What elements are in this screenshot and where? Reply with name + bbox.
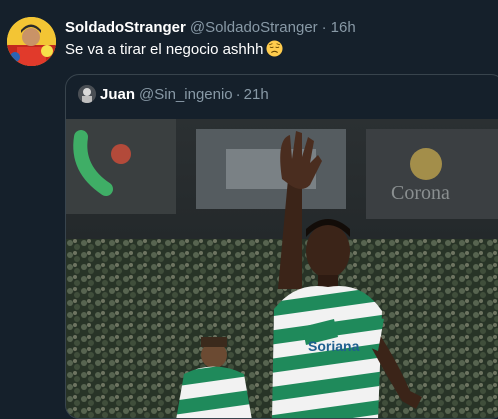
- separator-dot: ·: [321, 19, 327, 36]
- soccer-player-photo-icon: Corona Soriana: [66, 119, 498, 418]
- quoted-author-avatar[interactable]: [78, 85, 96, 103]
- svg-text:Soriana: Soriana: [308, 338, 360, 354]
- author-display-name[interactable]: SoldadoStranger: [65, 19, 186, 36]
- tweet-text: Se va a tirar el negocio ashhh: [65, 40, 283, 59]
- quoted-tweet-media[interactable]: Corona Soriana: [66, 119, 498, 418]
- quoted-tweet-timestamp[interactable]: 21h: [244, 86, 269, 103]
- author-handle[interactable]: @SoldadoStranger: [190, 19, 318, 36]
- separator-dot: ·: [235, 86, 241, 103]
- svg-text:Corona: Corona: [391, 182, 450, 204]
- tweet-header: SoldadoStranger @SoldadoStranger · 16h: [65, 19, 356, 37]
- tweet-text-content: Se va a tirar el negocio ashhh: [65, 41, 264, 58]
- quoted-tweet-header: Juan @Sin_ingenio · 21h: [78, 85, 269, 104]
- tweet[interactable]: SoldadoStranger @SoldadoStranger · 16h Se v…: [0, 0, 498, 419]
- tweet-timestamp[interactable]: 16h: [331, 19, 356, 36]
- disappointed-face-icon: [266, 40, 283, 57]
- author-avatar[interactable]: [7, 17, 56, 66]
- quoted-author-handle[interactable]: @Sin_ingenio: [139, 86, 233, 103]
- quoted-tweet-card[interactable]: Juan @Sin_ingenio · 21h Corona Soriana: [65, 74, 498, 419]
- quoted-author-display-name[interactable]: Juan: [100, 86, 135, 103]
